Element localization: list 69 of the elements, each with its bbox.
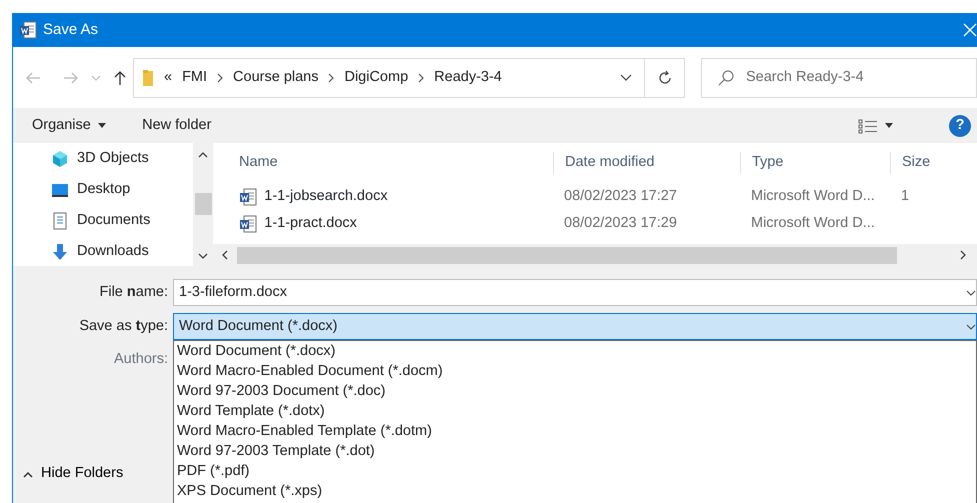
sidebar-item[interactable]: Documents [51, 205, 193, 236]
refresh-icon[interactable] [656, 70, 672, 86]
chevron-right-icon [418, 72, 424, 82]
table-cell-text: Microsoft Word D... [750, 186, 876, 206]
download-icon [51, 242, 69, 260]
scrollbar[interactable] [213, 244, 977, 266]
table-cell-text: 1 [900, 186, 910, 206]
overflow-chevron[interactable]: « [164, 66, 172, 88]
dropdown-option[interactable]: Word Macro-Enabled Template (*.dotm) [174, 421, 976, 441]
breadcrumb-item[interactable]: DigiComp [344, 66, 408, 88]
close-icon[interactable] [963, 23, 977, 37]
dropdown-option[interactable]: Word Document (*.docx) [174, 341, 976, 361]
window-title: Save As [43, 20, 98, 40]
organise-menu[interactable]: Organise [32, 114, 106, 136]
breadcrumb-item[interactable]: Course plans [233, 66, 318, 88]
sidebar-item[interactable]: Downloads [51, 236, 193, 267]
field-label: Authors: [113, 350, 169, 369]
dropdown-option[interactable]: Word 97-2003 Template (*.dot) [174, 441, 976, 461]
field-label: Save as type: [78, 316, 169, 336]
save-type-dropdown[interactable]: Word Document (*.docx) [173, 313, 977, 340]
caret-icon [885, 123, 893, 128]
search-field[interactable]: Search Ready-3-4 [701, 58, 977, 98]
chevron-right-icon[interactable] [959, 250, 967, 260]
up-arrow-icon[interactable] [113, 70, 127, 86]
chevron-down-icon[interactable] [620, 74, 632, 82]
folder-icon [142, 68, 154, 86]
file-name-field[interactable]: 1-3-fileform.docx [173, 279, 977, 306]
chevron-up-icon[interactable] [198, 151, 208, 158]
breadcrumb-item[interactable]: FMI [182, 66, 208, 88]
hide-folders-button[interactable]: Hide Folders [23, 463, 124, 485]
sidebar-item[interactable]: 3D Objects [51, 143, 193, 174]
table-cell-text: 08/02/2023 17:27 [563, 186, 678, 206]
column-header[interactable]: Date modified [553, 152, 740, 174]
breadcrumb-item[interactable]: Ready-3-4 [434, 66, 502, 88]
view-list-icon [858, 118, 878, 134]
help-button[interactable]: ? [949, 114, 971, 136]
table-cell-text: Microsoft Word D... [750, 214, 876, 233]
chevron-left-icon[interactable] [221, 250, 229, 260]
chevron-right-icon [328, 72, 334, 82]
field-label: File name: [98, 282, 169, 302]
table-cell-text: 08/02/2023 17:29 [563, 214, 678, 233]
view-options-button[interactable] [858, 118, 893, 134]
column-header[interactable]: Size [890, 152, 977, 174]
word-document-icon [239, 188, 257, 206]
column-header[interactable]: Type [740, 152, 890, 174]
file-name[interactable]: 1-1-pract.docx [264, 212, 357, 234]
column-header[interactable]: Name [213, 152, 553, 174]
scrollbar-thumb[interactable] [194, 193, 212, 215]
chevron-up-icon [23, 470, 33, 478]
dropdown-option[interactable]: XPS Document (*.xps) [174, 481, 976, 501]
chevron-right-icon [217, 72, 224, 82]
word-document-icon [19, 21, 37, 39]
dropdown-option[interactable]: PDF (*.pdf) [174, 461, 976, 481]
cube-icon [51, 150, 69, 168]
sidebar-item[interactable]: Desktop [51, 174, 193, 205]
new-folder-button[interactable]: New folder [142, 114, 212, 136]
scrollbar-thumb[interactable] [237, 246, 897, 264]
chevron-down-icon[interactable] [198, 253, 208, 260]
dropdown-option[interactable]: Word 97-2003 Document (*.doc) [174, 381, 976, 401]
word-document-icon [239, 214, 257, 232]
address-bar[interactable]: « FMI Course plans DigiComp Ready-3-4 [133, 58, 685, 98]
dropdown-option[interactable]: Word Template (*.dotx) [174, 401, 976, 421]
file-name[interactable]: 1-1-jobsearch.docx [264, 186, 388, 208]
documents-icon [51, 212, 69, 230]
caret-icon [98, 123, 106, 128]
chevron-down-icon[interactable] [966, 324, 976, 330]
chevron-down-icon[interactable] [966, 290, 976, 296]
dropdown-option[interactable]: Word Macro-Enabled Document (*.docm) [174, 361, 976, 381]
search-icon [718, 70, 734, 86]
